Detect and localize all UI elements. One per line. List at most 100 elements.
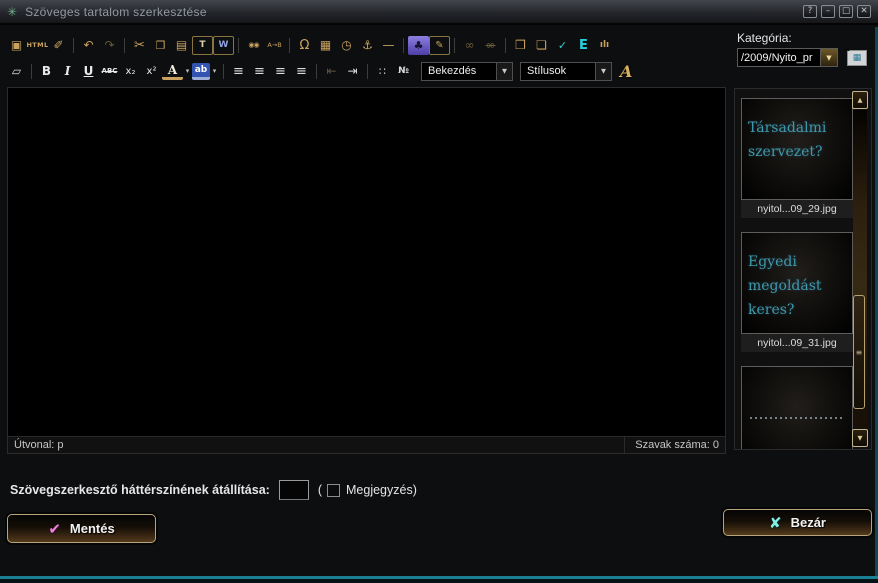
html-source-icon[interactable]: HTML xyxy=(27,36,48,55)
insert-date-icon[interactable]: ▦ xyxy=(315,36,336,55)
toolbar-separator xyxy=(124,38,125,53)
thumbnail[interactable]: Társadalmi szervezet?nyitol...09_29.jpg xyxy=(741,98,853,218)
cut-icon[interactable]: ✂ xyxy=(129,36,150,55)
highlight-icon[interactable]: ab xyxy=(192,63,210,80)
background-color-swatch[interactable] xyxy=(279,480,309,500)
toolbar-row-2: ▱BIUABCx₂x²A▾ab▾≡≡≡≡⇤⇥∷№ Bekezdés ▼ Stíl… xyxy=(6,58,732,84)
bg-color-setting-label: Szövegszerkesztő háttérszínének átállítá… xyxy=(10,483,270,497)
thumbnail[interactable]: Egyedi megoldást keres? nyitol...09_31.jp… xyxy=(741,232,853,352)
category-block: Kategória: /2009/Nyito_pr ▼ ▦ xyxy=(737,31,872,67)
word-count-status: Szavak száma: 0 xyxy=(624,437,719,453)
copy-link-icon[interactable]: ❏ xyxy=(531,36,552,55)
paragraph-format-select[interactable]: Bekezdés ▼ xyxy=(421,62,513,81)
find-icon[interactable]: ◉◉ xyxy=(243,36,264,55)
thumbnail-text: Egyedi megoldást keres? xyxy=(748,241,846,322)
copy-icon[interactable]: ❐ xyxy=(150,36,171,55)
find-replace-icon[interactable]: A→B xyxy=(264,36,285,55)
scrollbar-track[interactable]: ≡ xyxy=(853,110,867,428)
chevron-down-icon[interactable]: ▼ xyxy=(820,49,837,66)
superscript-icon[interactable]: x² xyxy=(141,62,162,81)
page-edge-bottom-dark xyxy=(0,579,878,583)
toolbar-separator xyxy=(505,38,506,53)
thumbnail[interactable] xyxy=(741,366,853,450)
scroll-up-icon[interactable]: ▲ xyxy=(852,91,868,109)
cleanup-brush-icon[interactable]: ✐ xyxy=(48,36,69,55)
insert-time-icon[interactable]: ◷ xyxy=(336,36,357,55)
edit-image-icon[interactable]: ✎ xyxy=(429,36,450,55)
remove-format-icon[interactable]: ▱ xyxy=(6,62,27,81)
category-select[interactable]: /2009/Nyito_pr ▼ xyxy=(737,48,838,67)
minimize-button[interactable]: – xyxy=(821,5,835,18)
help-button[interactable]: ? xyxy=(803,5,817,18)
redo-icon[interactable]: ↷ xyxy=(99,36,120,55)
undo-icon[interactable]: ↶ xyxy=(78,36,99,55)
category-label: Kategória: xyxy=(737,31,872,45)
toolbar-separator xyxy=(289,38,290,53)
toolbar-separator xyxy=(223,64,224,79)
toolbar-separator xyxy=(454,38,455,53)
link-icon[interactable]: ∞ xyxy=(459,36,480,55)
bold-icon[interactable]: B xyxy=(36,62,57,81)
styles-select[interactable]: Stílusok ▼ xyxy=(520,62,612,81)
thumbnail-panel: Társadalmi szervezet?nyitol...09_29.jpg E… xyxy=(734,88,872,450)
indent-icon[interactable]: ⇥ xyxy=(342,62,363,81)
horizontal-rule-icon[interactable]: — xyxy=(378,36,399,55)
paste-word-icon[interactable]: W xyxy=(213,36,234,55)
align-left-icon[interactable]: ≡ xyxy=(228,62,249,81)
align-justify-icon[interactable]: ≡ xyxy=(291,62,312,81)
italic-icon[interactable]: I xyxy=(57,62,78,81)
titlebar: ✳ Szöveges tartalom szerkesztése ?–□ ✕ xyxy=(0,0,878,25)
page-link-icon[interactable]: ❒ xyxy=(510,36,531,55)
toolbar-separator xyxy=(403,38,404,53)
toolbar-separator xyxy=(367,64,368,79)
unlink-icon[interactable]: ∞ xyxy=(480,36,501,55)
numbered-list-icon[interactable]: № xyxy=(393,62,414,81)
align-right-icon[interactable]: ≡ xyxy=(270,62,291,81)
close-button[interactable]: ✕ xyxy=(857,5,871,18)
edit-link-icon[interactable]: ✓ xyxy=(552,36,573,55)
text-color-icon[interactable]: A xyxy=(162,63,183,80)
app-icon: ✳ xyxy=(7,5,17,19)
underline-icon[interactable]: U xyxy=(78,62,99,81)
chart-link-icon[interactable]: ılı xyxy=(594,36,615,55)
anchor-icon[interactable]: ⚓ xyxy=(357,36,378,55)
preview-icon[interactable]: ▣ xyxy=(6,36,27,55)
font-a-icon[interactable]: A xyxy=(620,62,632,81)
editor-canvas[interactable] xyxy=(8,88,725,436)
category-value: /2009/Nyito_pr xyxy=(738,52,820,64)
maximize-button[interactable]: □ xyxy=(839,5,853,18)
toolbar-separator xyxy=(238,38,239,53)
insert-image-icon[interactable]: ▦ xyxy=(847,50,867,66)
outdent-icon[interactable]: ⇤ xyxy=(321,62,342,81)
paste-text-icon[interactable]: T xyxy=(192,36,213,55)
embed-e-icon[interactable]: E xyxy=(573,36,594,55)
text-color-caret[interactable]: ▾ xyxy=(183,62,192,81)
toolbar-row-2-icons: ▱BIUABCx₂x²A▾ab▾≡≡≡≡⇤⇥∷№ xyxy=(6,62,414,81)
chevron-down-icon[interactable]: ▼ xyxy=(595,63,611,80)
scroll-down-icon[interactable]: ▼ xyxy=(852,429,868,447)
save-button[interactable]: ✔ Mentés xyxy=(7,514,156,543)
align-center-icon[interactable]: ≡ xyxy=(249,62,270,81)
paste-icon[interactable]: ▤ xyxy=(171,36,192,55)
highlight-caret[interactable]: ▾ xyxy=(210,62,219,81)
scrollbar-thumb[interactable]: ≡ xyxy=(853,295,865,409)
x-icon: ✘ xyxy=(769,514,782,532)
strikethrough-icon[interactable]: ABC xyxy=(99,62,120,81)
close-button[interactable]: ✘ Bezár xyxy=(723,509,872,536)
text-editor-dialog: ✳ Szöveges tartalom szerkesztése ?–□ ✕ ▣H… xyxy=(0,0,878,583)
subscript-icon[interactable]: x₂ xyxy=(120,62,141,81)
image-icon[interactable]: ♣ xyxy=(408,36,429,55)
chevron-down-icon[interactable]: ▼ xyxy=(496,63,512,80)
paren-open: ( xyxy=(318,483,322,497)
thumbnail-image-content xyxy=(750,417,845,419)
thumbnail-filename: nyitol...09_31.jpg xyxy=(741,334,853,352)
note-checkbox[interactable] xyxy=(327,484,340,497)
bullet-list-icon[interactable]: ∷ xyxy=(372,62,393,81)
thumbnail-image[interactable] xyxy=(741,366,853,450)
thumbnail-image[interactable]: Egyedi megoldást keres? xyxy=(741,232,853,334)
thumbnail-scrollbar[interactable]: ▲ ≡ ▼ xyxy=(852,91,869,447)
dialog-title: Szöveges tartalom szerkesztése xyxy=(25,5,207,19)
thumbnail-image[interactable]: Társadalmi szervezet? xyxy=(741,98,853,200)
thumbnail-text: Társadalmi szervezet? xyxy=(748,107,846,165)
special-char-icon[interactable]: Ω xyxy=(294,36,315,55)
